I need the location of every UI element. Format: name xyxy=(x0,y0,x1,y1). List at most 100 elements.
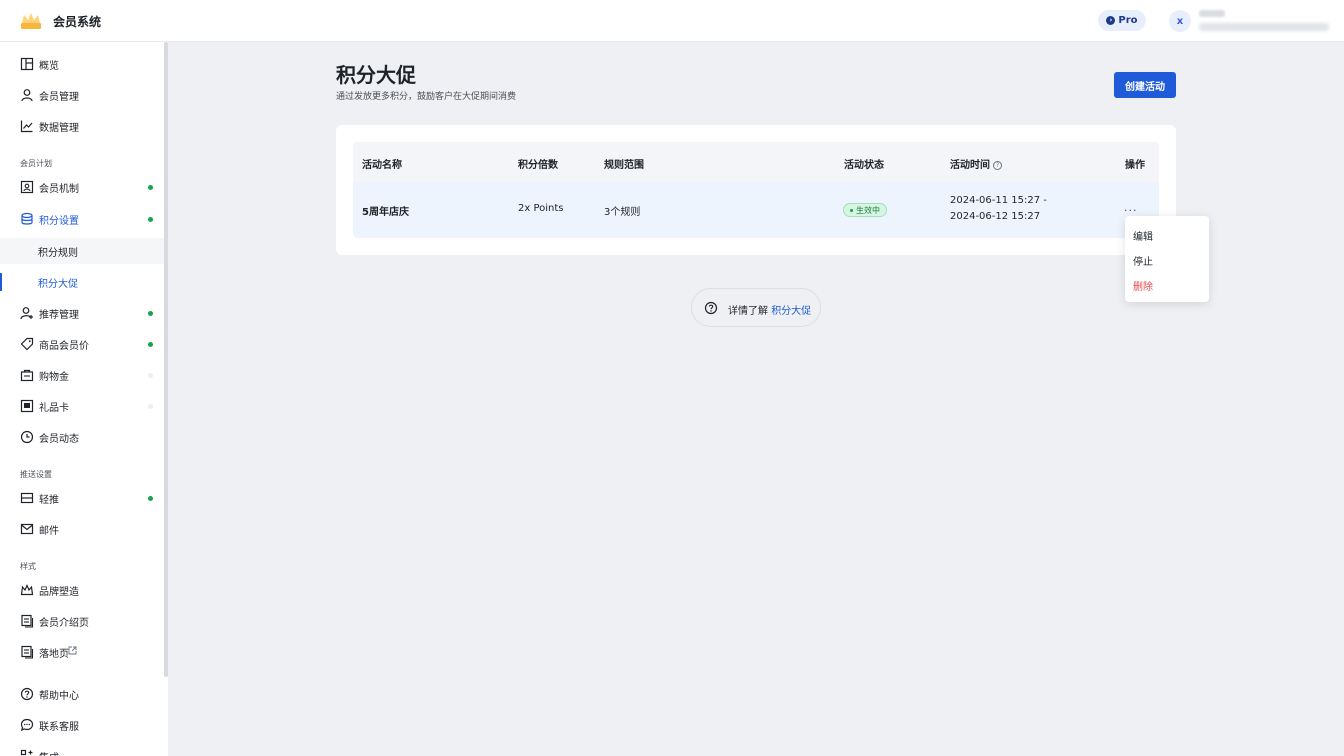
sidebar-item-data[interactable]: 数据管理 xyxy=(0,113,164,139)
integration-icon xyxy=(20,749,33,756)
help-icon[interactable]: ? xyxy=(993,160,1002,170)
sidebar-item-label: 会员机制 xyxy=(39,184,79,195)
learn-more-text: 详情了解 积分大促 xyxy=(728,302,811,317)
column-header-time: 活动时间? xyxy=(950,156,1002,171)
sidebar-item-overview[interactable]: 概览 xyxy=(0,51,164,77)
sidebar-item-label: 邮件 xyxy=(39,526,59,537)
sidebar-item-label: 会员管理 xyxy=(39,92,79,103)
top-bar: 会员系统 › Pro x xyxy=(0,0,1344,42)
line-chart-icon xyxy=(20,120,33,133)
sidebar-item-member-mechanism[interactable]: 会员机制 xyxy=(0,174,164,200)
gift-card-icon xyxy=(20,399,34,413)
sidebar-item-label: 集成 xyxy=(39,749,59,756)
row-action-menu: 编辑 停止 删除 xyxy=(1125,216,1209,302)
status-dot xyxy=(148,185,153,190)
cell-time-end: 2024-06-12 15:27 xyxy=(950,211,1041,222)
sidebar-item-help-center[interactable]: 帮助中心 xyxy=(0,681,164,707)
section-title-push: 推送设置 xyxy=(20,470,52,479)
sidebar-item-customer-service[interactable]: 联系客服 xyxy=(0,712,164,738)
sidebar-item-label: 商品会员价 xyxy=(39,341,89,352)
page-title: 积分大促 xyxy=(336,63,416,87)
sidebar-item-members[interactable]: 会员管理 xyxy=(0,82,164,108)
clock-icon xyxy=(20,430,34,444)
database-icon xyxy=(21,212,33,225)
sidebar-item-label: 数据管理 xyxy=(39,123,79,134)
table-row[interactable]: 5周年店庆 2x Points 3个规则 生效中 2024-06-11 15:2… xyxy=(353,182,1159,238)
crown-icon xyxy=(20,584,34,596)
more-actions-button[interactable]: ... xyxy=(1124,201,1138,214)
column-header-name: 活动名称 xyxy=(362,160,402,171)
status-dot xyxy=(148,217,153,222)
cell-scope: 3个规则 xyxy=(604,207,641,218)
sidebar-item-member-intro-page[interactable]: 会员介绍页 xyxy=(0,608,164,634)
status-dot xyxy=(148,404,153,409)
sidebar-item-label: 联系客服 xyxy=(39,722,79,733)
sidebar-item-gift-card[interactable]: 礼品卡 xyxy=(0,393,164,419)
page-copy-icon xyxy=(21,645,34,659)
sidebar-item-label: 会员介绍页 xyxy=(39,618,89,629)
page-copy-icon xyxy=(21,614,34,628)
sidebar-item-shopping-credit[interactable]: 购物金 xyxy=(0,362,164,388)
sidebar-item-label: 会员动态 xyxy=(39,434,79,445)
column-header-multiplier: 积分倍数 xyxy=(518,160,558,171)
pro-icon: › xyxy=(1106,16,1116,25)
sidebar-item-landing-page[interactable]: 落地页 xyxy=(0,639,164,665)
column-header-time-label: 活动时间 xyxy=(950,160,990,171)
sidebar-item-email[interactable]: 邮件 xyxy=(0,516,164,542)
create-activity-button[interactable]: 创建活动 xyxy=(1114,72,1176,98)
sidebar-item-label: 品牌塑造 xyxy=(39,587,79,598)
active-indicator xyxy=(0,273,2,291)
sidebar-item-referrals[interactable]: 推荐管理 xyxy=(0,300,164,326)
app-title: 会员系统 xyxy=(53,15,102,29)
sidebar-item-member-price[interactable]: 商品会员价 xyxy=(0,331,164,357)
window-icon xyxy=(20,492,34,504)
section-title-plan: 会员计划 xyxy=(20,159,52,168)
sidebar-item-branding[interactable]: 品牌塑造 xyxy=(0,577,164,603)
sidebar-item-label: 推荐管理 xyxy=(39,310,79,321)
account-email-redacted xyxy=(1199,23,1329,31)
learn-more-prefix: 详情了解 xyxy=(728,306,768,317)
sidebar-item-points-settings[interactable]: 积分设置 xyxy=(0,206,164,232)
help-icon xyxy=(704,301,718,315)
status-badge: 生效中 xyxy=(843,203,887,217)
user-icon xyxy=(21,89,33,102)
sidebar-item-label: 概览 xyxy=(39,61,59,72)
pro-badge[interactable]: › Pro xyxy=(1098,10,1146,31)
learn-more-pill[interactable]: 详情了解 积分大促 xyxy=(691,288,821,327)
tag-icon xyxy=(20,337,34,351)
column-header-actions: 操作 xyxy=(1125,160,1145,171)
cell-name: 5周年店庆 xyxy=(362,207,409,218)
cell-time-start: 2024-06-11 15:27 - xyxy=(950,195,1047,206)
crown-logo-icon xyxy=(21,13,41,29)
sidebar-scrollbar[interactable] xyxy=(164,42,168,677)
status-dot xyxy=(148,311,153,316)
activity-card: 活动名称 积分倍数 规则范围 活动状态 活动时间? 操作 5周年店庆 2x Po… xyxy=(336,125,1176,255)
menu-item-edit[interactable]: 编辑 xyxy=(1133,228,1153,243)
external-link-icon xyxy=(68,646,77,655)
sidebar: 概览 会员管理 数据管理 会员计划 会员机制 积分设置 积分规则 积分大促 推荐… xyxy=(0,42,168,756)
sidebar-item-label: 购物金 xyxy=(39,372,69,383)
column-header-scope: 规则范围 xyxy=(604,160,644,171)
status-dot xyxy=(148,373,153,378)
sidebar-item-nudge[interactable]: 轻推 xyxy=(0,485,164,511)
learn-more-link[interactable]: 积分大促 xyxy=(771,306,811,317)
sidebar-item-label: 帮助中心 xyxy=(39,691,79,702)
status-dot xyxy=(148,342,153,347)
sidebar-item-label: 积分规则 xyxy=(38,248,78,259)
sidebar-item-label: 轻推 xyxy=(39,495,59,506)
sidebar-item-label: 礼品卡 xyxy=(39,403,69,414)
sidebar-item-points-rules[interactable]: 积分规则 xyxy=(0,238,164,264)
sidebar-item-integrations[interactable]: 集成 xyxy=(0,743,164,756)
sidebar-item-points-promo[interactable]: 积分大促 xyxy=(0,269,164,295)
avatar[interactable]: x xyxy=(1169,10,1191,32)
member-card-icon xyxy=(20,180,34,194)
chat-icon xyxy=(20,718,34,732)
sidebar-item-member-activity[interactable]: 会员动态 xyxy=(0,424,164,450)
menu-item-delete[interactable]: 删除 xyxy=(1133,278,1153,293)
column-header-status: 活动状态 xyxy=(844,160,884,171)
account-name-redacted xyxy=(1199,10,1225,17)
page-subtitle: 通过发放更多积分，鼓励客户在大促期间消费 xyxy=(336,92,517,102)
activity-table: 活动名称 积分倍数 规则范围 活动状态 活动时间? 操作 5周年店庆 2x Po… xyxy=(353,142,1159,238)
menu-item-stop[interactable]: 停止 xyxy=(1133,253,1153,268)
user-add-icon xyxy=(20,307,33,320)
